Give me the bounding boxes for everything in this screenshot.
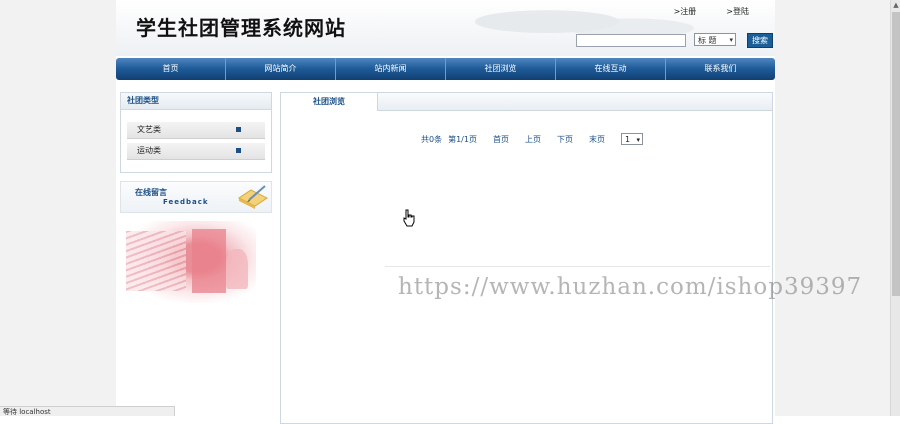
- sidebar: 社团类型 文艺类 运动类 在线留言 Feedback: [120, 92, 272, 303]
- tab-bar: 社团浏览: [281, 93, 772, 111]
- search-field-select-value: 标 题: [698, 36, 717, 45]
- right-gutter: [775, 0, 890, 416]
- scroll-up-icon[interactable]: ▲: [891, 0, 900, 10]
- next-page-link[interactable]: 下页: [557, 134, 573, 145]
- site-title: 学生社团管理系统网站: [136, 16, 346, 40]
- site-header: 学生社团管理系统网站 >注册 >登陆 标 题 ▾ 搜索: [116, 0, 775, 56]
- search-field-select[interactable]: 标 题 ▾: [694, 33, 736, 46]
- pen-note-icon: [238, 185, 268, 209]
- nav-item-news[interactable]: 站内新闻: [336, 58, 446, 80]
- pagination-info: 共0条 第1/1页: [421, 134, 477, 145]
- nav-item-interaction[interactable]: 在线互动: [556, 58, 666, 80]
- page-select-value: 1: [624, 135, 631, 144]
- photo-detail: [226, 249, 248, 289]
- search-input[interactable]: [576, 34, 686, 47]
- feedback-subtitle: Feedback: [163, 198, 209, 206]
- photo-detail: [192, 229, 226, 293]
- chevron-down-icon: ▾: [729, 36, 733, 44]
- main-nav: 首页 网站简介 站内新闻 社团浏览 在线互动 联系我们: [116, 58, 775, 80]
- page: 学生社团管理系统网站 >注册 >登陆 标 题 ▾ 搜索 首页 网站简介 站内新闻…: [116, 0, 775, 424]
- chevron-down-icon: ▾: [636, 136, 640, 144]
- bullet-icon: [236, 127, 241, 132]
- category-item-sports[interactable]: 运动类: [127, 143, 265, 160]
- nav-item-about[interactable]: 网站简介: [226, 58, 336, 80]
- divider: [385, 266, 770, 267]
- category-title: 社团类型: [121, 93, 271, 110]
- pagination-total: 共0条: [421, 134, 443, 144]
- scroll-thumb[interactable]: [892, 12, 900, 296]
- main-panel: 社团浏览 共0条 第1/1页 首页 上页 下页 末页 1 ▾: [280, 92, 773, 424]
- search-button[interactable]: 搜索: [747, 33, 773, 48]
- nav-item-clubs[interactable]: 社团浏览: [446, 58, 556, 80]
- nav-item-home[interactable]: 首页: [116, 58, 226, 80]
- category-item-label: 文艺类: [137, 125, 161, 134]
- campus-photo: [126, 221, 256, 303]
- pagination: 共0条 第1/1页 首页 上页 下页 末页 1 ▾: [421, 133, 643, 145]
- top-links: >注册 >登陆: [674, 6, 749, 17]
- feedback-title: 在线留言: [135, 188, 167, 197]
- register-link[interactable]: >注册: [674, 6, 697, 17]
- login-link[interactable]: >登陆: [726, 6, 749, 17]
- last-page-link[interactable]: 末页: [589, 134, 605, 145]
- page-select[interactable]: 1 ▾: [620, 133, 643, 145]
- feedback-banner[interactable]: 在线留言 Feedback: [120, 181, 272, 213]
- status-bar: 等待 localhost: [0, 406, 175, 416]
- vertical-scrollbar[interactable]: ▲: [890, 0, 900, 416]
- category-box: 社团类型 文艺类 运动类: [120, 92, 272, 173]
- category-list: 文艺类 运动类: [121, 110, 271, 172]
- bullet-icon: [236, 148, 241, 153]
- photo-detail: [126, 231, 186, 291]
- watermark: https://www.huzhan.com/ishop39397: [398, 274, 863, 300]
- hand-cursor-icon: [403, 209, 415, 227]
- pagination-page: 第1/1页: [448, 134, 477, 144]
- left-gutter: [0, 0, 116, 416]
- first-page-link[interactable]: 首页: [493, 134, 509, 145]
- category-item-label: 运动类: [137, 146, 161, 155]
- tab-club-browse[interactable]: 社团浏览: [281, 93, 378, 111]
- prev-page-link[interactable]: 上页: [525, 134, 541, 145]
- category-item-arts[interactable]: 文艺类: [127, 122, 265, 139]
- nav-item-contact[interactable]: 联系我们: [666, 58, 775, 80]
